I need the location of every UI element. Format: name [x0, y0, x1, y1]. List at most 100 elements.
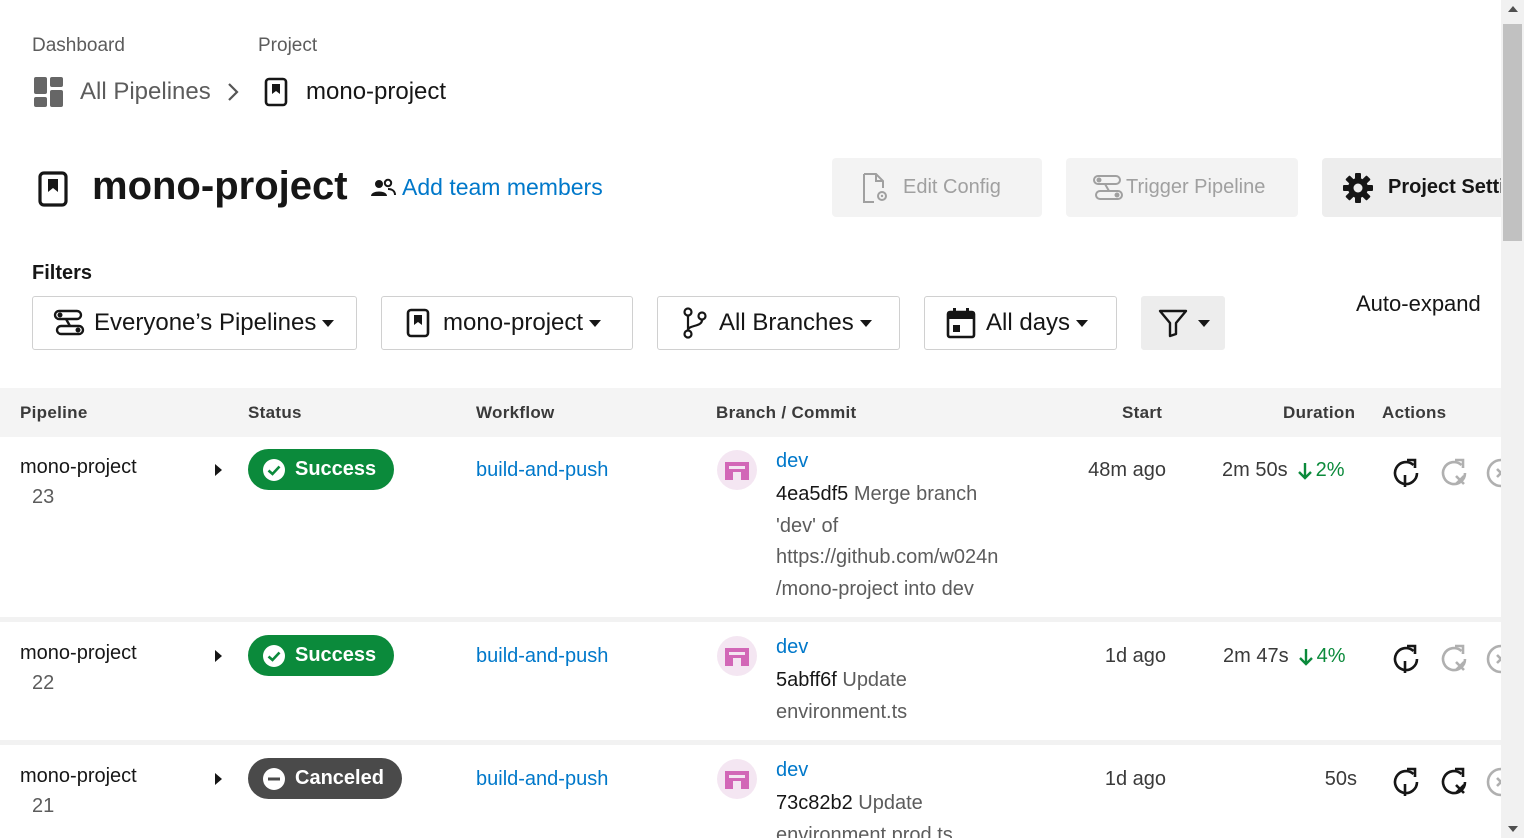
- edit-config-button[interactable]: Edit Config: [832, 158, 1042, 217]
- minus-circle-icon: [262, 767, 286, 791]
- caret-down-icon: [1076, 319, 1089, 327]
- scroll-down-arrow-icon[interactable]: [1508, 826, 1518, 832]
- breadcrumb-current-project-label: mono-project: [306, 78, 447, 105]
- commit-hash: 4ea5df5: [776, 483, 849, 505]
- project-bookmark-icon: [37, 170, 69, 208]
- commit-message-line: Merge branch: [848, 483, 978, 505]
- commit-hash: 5abff6f: [776, 669, 837, 691]
- commit-message[interactable]: 4ea5df5 Merge branch 'dev' of https://gi…: [776, 479, 1026, 605]
- scroll-up-arrow-icon[interactable]: [1508, 6, 1518, 12]
- pipelines-filter-dropdown[interactable]: Everyone’s Pipelines: [32, 296, 357, 350]
- commit-hash: 73c82b2: [776, 792, 853, 814]
- cancel-icon[interactable]: [1485, 766, 1501, 798]
- status-label: Canceled: [295, 767, 384, 789]
- rerun-failed-icon[interactable]: [1437, 456, 1471, 490]
- branches-filter-dropdown[interactable]: All Branches: [657, 296, 900, 350]
- duration: 50s: [1280, 768, 1357, 791]
- duration: 2m 50s 2%: [1222, 459, 1345, 482]
- start-time: 48m ago: [1088, 459, 1166, 481]
- expand-row-icon[interactable]: [215, 464, 222, 476]
- status-label: Success: [295, 644, 377, 666]
- add-team-members-link[interactable]: Add team members: [370, 174, 603, 201]
- status-label: Success: [295, 458, 377, 480]
- caret-down-icon: [859, 319, 872, 327]
- breadcrumb-current-project[interactable]: mono-project: [264, 76, 446, 108]
- commit-message-line: 'dev' of: [776, 514, 839, 537]
- table-row[interactable]: mono-project 22 Success build-and-push d…: [0, 622, 1501, 740]
- dashboard-icon: [33, 76, 65, 108]
- pipeline-name[interactable]: mono-project: [20, 765, 137, 788]
- duration: 2m 47s 4%: [1223, 645, 1346, 668]
- table-row[interactable]: mono-project 21 Canceled build-and-push …: [0, 745, 1501, 838]
- commit-message-line: https://github.com/w024n: [776, 546, 999, 568]
- calendar-icon: [946, 307, 976, 339]
- breadcrumb-project-label: Project: [258, 35, 318, 56]
- pipeline-number: 22: [32, 672, 55, 694]
- status-badge[interactable]: Canceled: [248, 758, 402, 799]
- commit-message-line: Update: [852, 792, 923, 814]
- pipeline-name[interactable]: mono-project: [20, 642, 137, 665]
- expand-row-icon[interactable]: [215, 650, 222, 662]
- column-header-actions: Actions: [1382, 403, 1447, 422]
- column-header-branch-commit: Branch / Commit: [716, 403, 857, 422]
- days-filter-label: All days: [986, 309, 1071, 336]
- start-time: 1d ago: [1104, 768, 1166, 790]
- caret-down-icon: [1198, 319, 1210, 327]
- table-row[interactable]: mono-project 23 Success build-and-push d…: [0, 437, 1501, 617]
- start-time: 1d ago: [1104, 645, 1166, 667]
- cancel-icon[interactable]: [1485, 643, 1501, 675]
- check-circle-icon: [262, 458, 286, 482]
- commit-message[interactable]: 5abff6f Update environment.ts: [776, 665, 1026, 728]
- duration-change: 4%: [1316, 645, 1346, 667]
- rerun-failed-icon[interactable]: [1437, 765, 1471, 799]
- vertical-scrollbar[interactable]: [1501, 0, 1524, 838]
- caret-down-icon: [589, 319, 602, 327]
- status-badge[interactable]: Success: [248, 635, 395, 676]
- duration-change: 2%: [1315, 459, 1345, 481]
- avatar: [717, 636, 757, 676]
- duration-value: 2m 47s: [1223, 645, 1289, 667]
- commit-message[interactable]: 73c82b2 Update environment.prod.ts: [776, 788, 1026, 838]
- avatar: [717, 759, 757, 799]
- arrow-down-icon: [1297, 462, 1312, 480]
- branch-link[interactable]: dev: [776, 759, 808, 782]
- branch-link[interactable]: dev: [776, 636, 808, 659]
- people-icon: [370, 178, 396, 198]
- avatar: [717, 450, 757, 490]
- workflow-link[interactable]: build-and-push: [476, 768, 608, 791]
- column-header-workflow: Workflow: [476, 403, 555, 422]
- breadcrumb-all-pipelines-label: All Pipelines: [80, 78, 211, 105]
- gear-icon: [1342, 172, 1374, 204]
- branch-link[interactable]: dev: [776, 450, 808, 473]
- trigger-pipeline-button[interactable]: Trigger Pipeline: [1066, 158, 1298, 217]
- workflow-link[interactable]: build-and-push: [476, 459, 608, 482]
- chevron-right-icon: [226, 82, 240, 102]
- commit-message-line: /mono-project into dev: [776, 577, 974, 600]
- edit-config-label: Edit Config: [903, 176, 1001, 198]
- auto-expand-label: Auto-expand: [1356, 291, 1481, 316]
- advanced-filter-dropdown[interactable]: [1141, 296, 1225, 350]
- commit-message-line: Update: [836, 669, 907, 691]
- cancel-icon[interactable]: [1485, 457, 1501, 489]
- config-file-icon: [861, 172, 889, 204]
- duration-value: 50s: [1324, 768, 1357, 790]
- column-header-pipeline: Pipeline: [20, 403, 88, 422]
- days-filter-dropdown[interactable]: All days: [924, 296, 1117, 350]
- workflow-link[interactable]: build-and-push: [476, 645, 608, 668]
- column-header-duration: Duration: [1283, 403, 1356, 422]
- breadcrumb-all-pipelines[interactable]: All Pipelines: [33, 76, 211, 108]
- pipeline-icon: [53, 308, 85, 338]
- status-badge[interactable]: Success: [248, 449, 395, 490]
- project-filter-dropdown[interactable]: mono-project: [381, 296, 633, 350]
- add-team-members-label: Add team members: [402, 174, 603, 200]
- rerun-icon[interactable]: [1389, 456, 1423, 490]
- expand-row-icon[interactable]: [215, 773, 222, 785]
- scrollbar-thumb[interactable]: [1503, 24, 1522, 241]
- project-settings-button[interactable]: Project Setti: [1322, 158, 1522, 217]
- rerun-failed-icon[interactable]: [1437, 642, 1471, 676]
- project-bookmark-icon: [264, 77, 288, 107]
- rerun-icon[interactable]: [1389, 765, 1423, 799]
- rerun-icon[interactable]: [1389, 642, 1423, 676]
- pipeline-name[interactable]: mono-project: [20, 456, 137, 479]
- duration-value: 2m 50s: [1222, 459, 1288, 481]
